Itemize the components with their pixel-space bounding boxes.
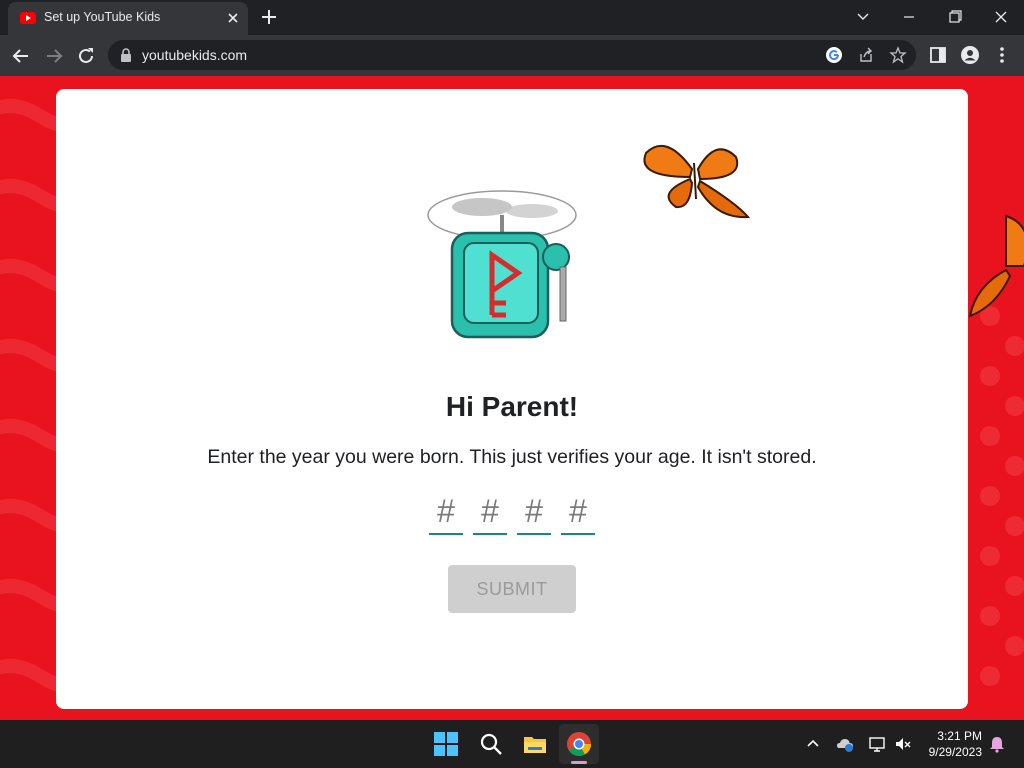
close-tab-icon[interactable] [224, 9, 242, 27]
tab-bar: Set up YouTube Kids [0, 0, 1024, 35]
birth-year-digit-3[interactable] [517, 489, 551, 535]
windows-start-icon[interactable] [433, 731, 459, 757]
network-icon[interactable] [868, 735, 886, 753]
forward-icon[interactable] [42, 44, 66, 68]
clock-time: 3:21 PM [937, 729, 982, 743]
file-explorer-icon[interactable] [522, 731, 548, 757]
volume-muted-icon[interactable] [894, 735, 912, 753]
url-text: youtubekids.com [142, 47, 248, 63]
taskbar: 3:21 PM 9/29/2023 [0, 720, 1024, 768]
birth-year-digit-2[interactable] [473, 489, 507, 535]
close-window-icon[interactable] [981, 3, 1021, 31]
flying-tv-illustration [427, 190, 577, 339]
reload-icon[interactable] [74, 44, 98, 68]
chrome-icon [567, 732, 591, 757]
bookmark-star-icon[interactable] [889, 46, 907, 64]
submit-button[interactable]: SUBMIT [448, 565, 576, 613]
instruction-text: Enter the year you were born. This just … [207, 446, 817, 468]
menu-icon[interactable] [992, 45, 1012, 65]
restore-icon[interactable] [935, 3, 975, 31]
page-title: Hi Parent! [445, 391, 579, 422]
share-icon[interactable] [857, 46, 875, 64]
back-icon[interactable] [9, 44, 33, 68]
notification-bell-icon[interactable] [988, 735, 1006, 753]
new-tab-icon[interactable] [259, 7, 279, 27]
tab-youtube-kids[interactable]: Set up YouTube Kids [8, 2, 248, 35]
side-panel-icon[interactable] [928, 45, 948, 65]
birth-year-digit-1[interactable] [429, 489, 463, 535]
tab-title: Set up YouTube Kids [44, 10, 161, 24]
google-icon[interactable] [825, 46, 843, 64]
onedrive-icon[interactable] [836, 735, 854, 753]
page-background: Hi Parent! Enter the year you were born.… [0, 76, 1024, 720]
chevron-up-icon[interactable] [806, 737, 820, 751]
chrome-taskbar-button[interactable] [559, 724, 599, 764]
butterfly-image [643, 144, 751, 219]
system-clock[interactable]: 3:21 PM 9/29/2023 [916, 728, 982, 760]
profile-icon[interactable] [960, 45, 980, 65]
butterfly-edge-image [968, 214, 1024, 318]
clock-date: 9/29/2023 [928, 745, 982, 759]
lock-icon [121, 48, 131, 62]
minimize-icon[interactable] [889, 3, 929, 31]
youtube-icon [20, 12, 36, 24]
browser-toolbar: youtubekids.com [0, 35, 1024, 76]
tab-search-icon[interactable] [843, 3, 883, 31]
birth-year-digit-4[interactable] [561, 489, 595, 535]
address-bar[interactable]: youtubekids.com [108, 40, 916, 70]
search-icon[interactable] [478, 731, 504, 757]
setup-card: Hi Parent! Enter the year you were born.… [56, 89, 968, 709]
